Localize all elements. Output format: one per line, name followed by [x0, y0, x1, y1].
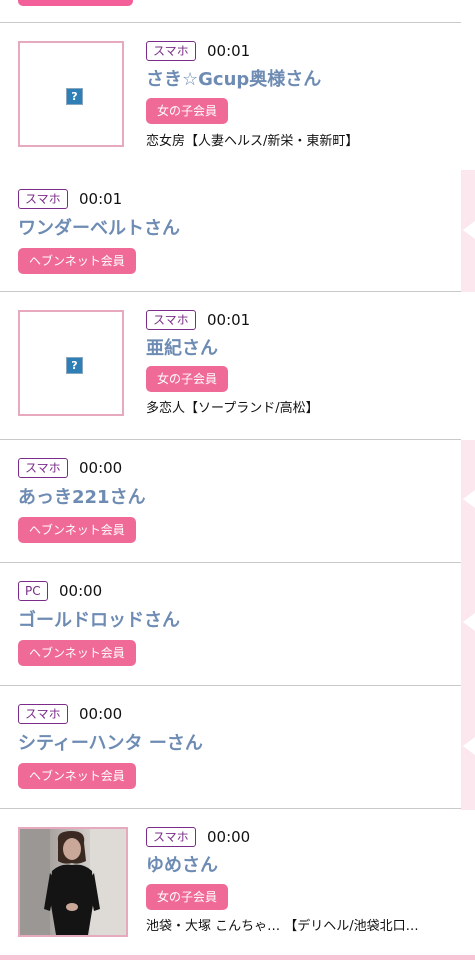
list-item[interactable]: ? スマホ 00:01 亜紀さん 女の子会員 多恋人【ソープランド/高松】	[0, 292, 461, 440]
member-type-badge: ヘブンネット会員	[18, 763, 136, 789]
access-time: 00:01	[207, 42, 251, 60]
right-decor-notch	[463, 613, 475, 631]
member-type-badge: ヘブンネット会員	[18, 248, 136, 274]
device-badge: PC	[18, 581, 48, 601]
right-decor-notch	[463, 490, 475, 508]
member-name-link[interactable]: シティーハンタ ーさん	[18, 732, 203, 756]
device-badge: スマホ	[18, 704, 68, 724]
shop-link[interactable]: 池袋・大塚 こんちゃ… 【デリヘル/池袋北口…	[146, 918, 451, 936]
profile-thumbnail[interactable]: ?	[18, 310, 124, 416]
profile-photo[interactable]	[18, 827, 128, 937]
member-type-badge: 女の子会員	[146, 98, 229, 124]
list-item[interactable]: スマホ 00:01 ワンダーベルトさん ヘブンネット会員	[0, 170, 461, 292]
member-name-link[interactable]: 亜紀さん	[146, 337, 218, 361]
right-decor-notch	[463, 221, 475, 239]
access-time: 00:01	[79, 190, 123, 208]
list-item[interactable]: スマホ 00:00 ゆめさん 女の子会員 池袋・大塚 こんちゃ… 【デリヘル/池…	[0, 809, 461, 955]
shop-link[interactable]: 多恋人【ソープランド/高松】	[146, 400, 446, 418]
member-name-link[interactable]: ゆめさん	[146, 854, 218, 878]
device-badge: スマホ	[146, 827, 196, 847]
member-type-badge: 女の子会員	[146, 366, 229, 392]
access-time: 00:00	[207, 828, 251, 846]
member-name-link[interactable]: ゴールドロッドさん	[18, 609, 180, 633]
broken-image-icon: ?	[66, 357, 83, 374]
access-time: 00:00	[79, 459, 123, 477]
member-name-link[interactable]: あっき221さん	[18, 486, 146, 510]
device-badge: スマホ	[146, 41, 196, 61]
access-time: 00:01	[207, 311, 251, 329]
shop-link[interactable]: 恋女房【人妻ヘルス/新栄・東新町】	[146, 133, 446, 151]
bottom-decor-band	[0, 955, 475, 960]
right-decor-notch	[463, 737, 475, 755]
access-history-list: ? スマホ 00:01 さき☆Gcup奥様さん 女の子会員 恋女房【人妻ヘルス/…	[0, 0, 475, 960]
member-type-badge: 女の子会員	[146, 884, 229, 910]
device-badge: スマホ	[18, 458, 68, 478]
member-name-link[interactable]: さき☆Gcup奥様さん	[146, 68, 321, 92]
list-item[interactable]: スマホ 00:00 あっき221さん ヘブンネット会員	[0, 440, 461, 563]
member-type-badge: ヘブンネット会員	[18, 517, 136, 543]
device-badge: スマホ	[146, 310, 196, 330]
previous-member-badge-stub	[18, 0, 133, 6]
list-item[interactable]: スマホ 00:00 シティーハンタ ーさん ヘブンネット会員	[0, 686, 461, 809]
member-type-badge: ヘブンネット会員	[18, 640, 136, 666]
list-item[interactable]: PC 00:00 ゴールドロッドさん ヘブンネット会員	[0, 563, 461, 686]
list-item[interactable]: ? スマホ 00:01 さき☆Gcup奥様さん 女の子会員 恋女房【人妻ヘルス/…	[0, 22, 461, 172]
woman-silhouette-icon	[20, 829, 126, 935]
broken-image-icon: ?	[66, 88, 83, 105]
device-badge: スマホ	[18, 189, 68, 209]
member-name-link[interactable]: ワンダーベルトさん	[18, 217, 180, 241]
access-time: 00:00	[79, 705, 123, 723]
profile-thumbnail[interactable]: ?	[18, 41, 124, 147]
access-time: 00:00	[59, 582, 103, 600]
